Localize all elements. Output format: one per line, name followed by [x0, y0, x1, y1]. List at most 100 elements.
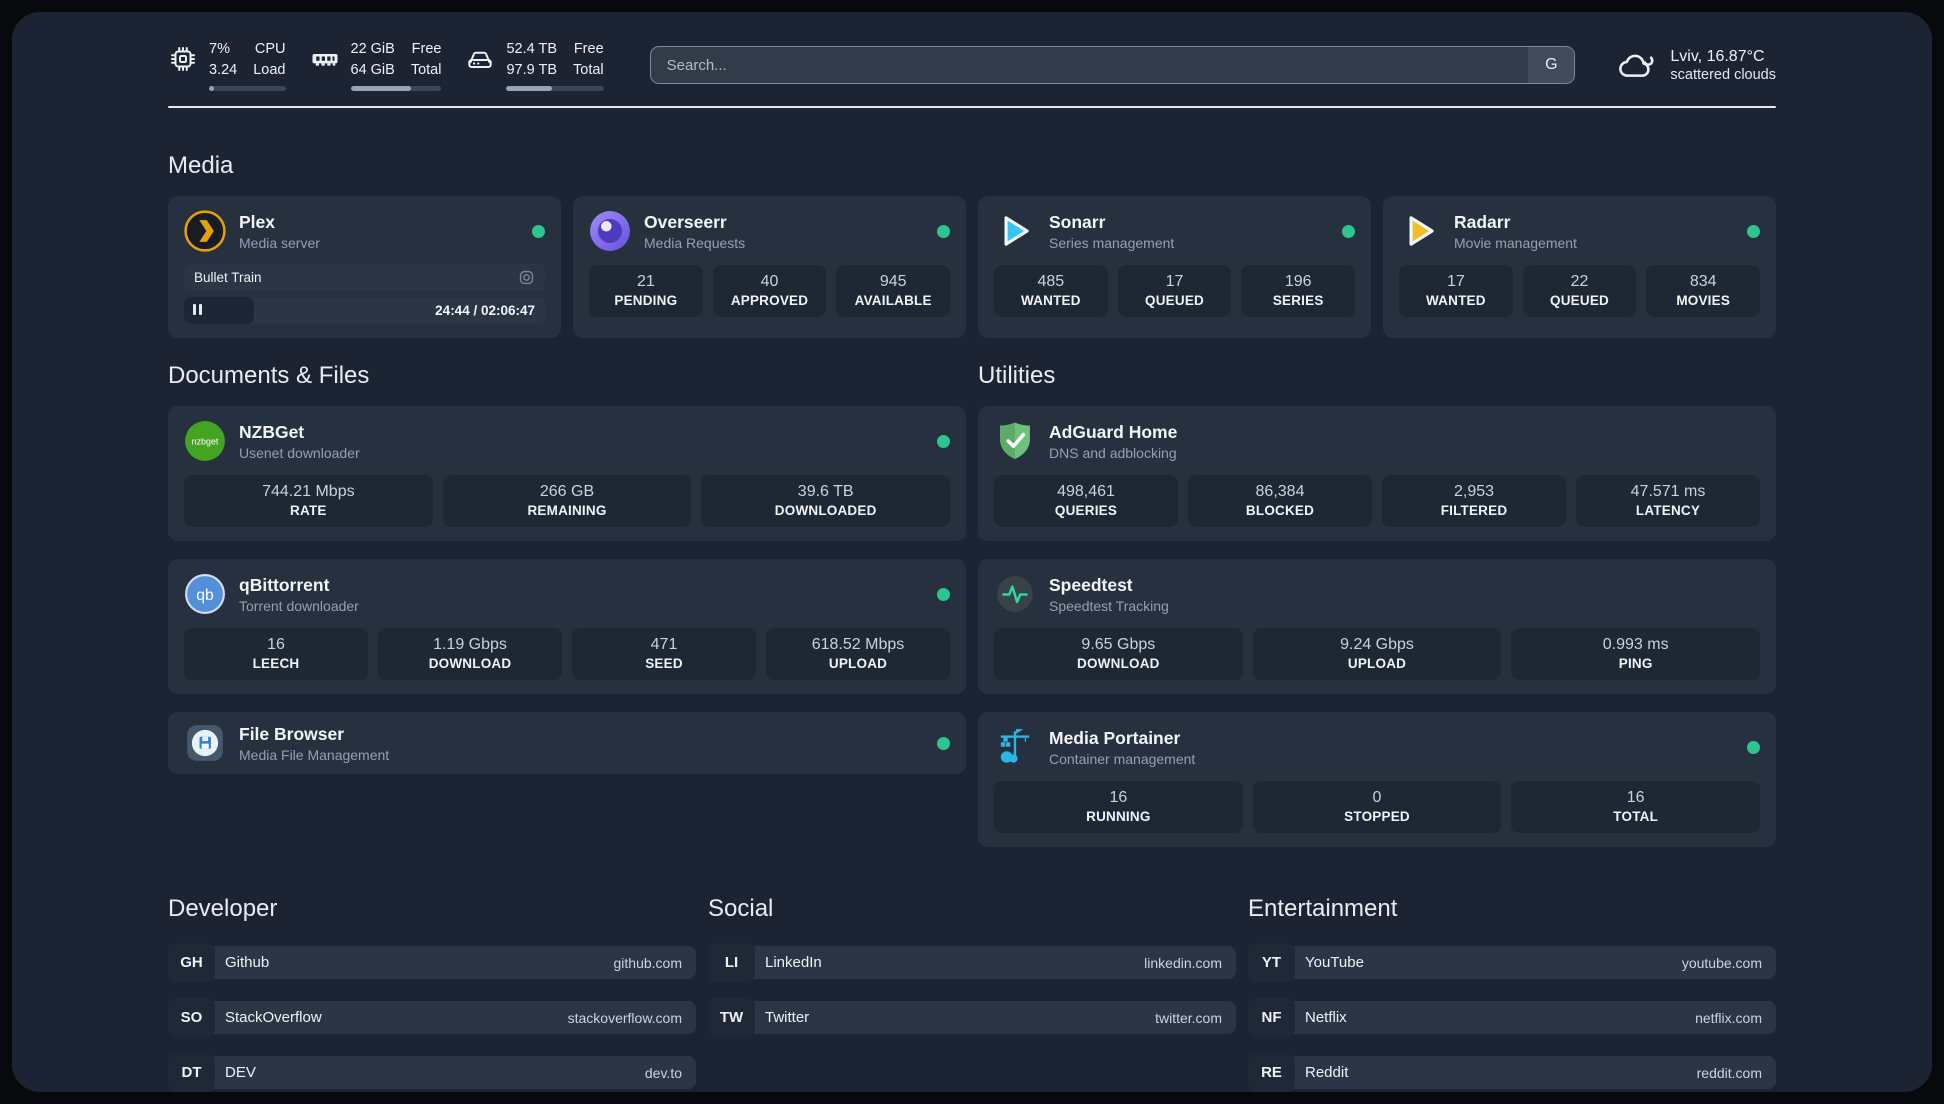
now-playing-target-icon: [519, 270, 534, 285]
disk-progress-bar: [506, 85, 604, 91]
system-stats: 7% 3.24 CPU Load 22 GiB 64 GiB Free Tota…: [168, 39, 604, 91]
bookmarks-social: Social LI LinkedIn linkedin.com TW Twitt…: [708, 895, 1236, 1092]
bookmark-linkedin[interactable]: LI LinkedIn linkedin.com: [708, 943, 1236, 982]
stat-tile: 945 AVAILABLE: [836, 265, 951, 317]
header-divider: [168, 106, 1776, 108]
stat-tile: 17 QUEUED: [1117, 265, 1232, 317]
bookmark-tag: LI: [708, 943, 755, 982]
stat-tile: 16 RUNNING: [994, 781, 1243, 833]
stat-tile: 17 WANTED: [1399, 265, 1513, 317]
bookmark-twitter[interactable]: TW Twitter twitter.com: [708, 998, 1236, 1037]
bookmark-tag: TW: [708, 998, 755, 1037]
now-playing-title: Bullet Train: [194, 270, 262, 285]
bookmark-tag: SO: [168, 998, 215, 1037]
disk-icon: [468, 51, 493, 69]
status-dot-online: [1747, 224, 1760, 238]
memory-free-label: Free: [411, 41, 442, 58]
memory-total-label: Total: [410, 61, 442, 78]
bookmark-bar: StackOverflow stackoverflow.com: [207, 1001, 696, 1034]
memory-total-value: 64 GiB: [350, 61, 395, 78]
stat-tile: 618.52 Mbps UPLOAD: [766, 628, 950, 680]
app-title: AdGuard Home: [1049, 421, 1178, 442]
stat-tile: 39.6 TB DOWNLOADED: [701, 475, 951, 527]
app-card-sonarr[interactable]: Sonarr Series management 485 WANTED 17 Q…: [978, 196, 1371, 338]
stat-tile: 16 LEECH: [184, 628, 368, 680]
app-title: Sonarr: [1049, 211, 1106, 232]
overseerr-icon: [589, 210, 631, 252]
status-dot-online: [937, 587, 950, 601]
app-subtitle: Series management: [1049, 234, 1175, 251]
cpu-icon: [171, 47, 195, 72]
app-title: NZBGet: [239, 421, 305, 442]
bookmark-youtube[interactable]: YT YouTube youtube.com: [1248, 943, 1776, 982]
svg-text:nzbget: nzbget: [192, 437, 219, 447]
stat-tile: 47.571 ms LATENCY: [1576, 475, 1760, 527]
app-title: Radarr: [1454, 211, 1511, 232]
app-subtitle: Torrent downloader: [239, 597, 359, 614]
status-dot-online: [937, 224, 950, 238]
app-card-radarr[interactable]: Radarr Movie management 17 WANTED 22 QUE…: [1383, 196, 1776, 338]
stat-tile: 498,461 QUERIES: [994, 475, 1178, 527]
app-subtitle: Speedtest Tracking: [1049, 597, 1169, 614]
status-dot-online: [937, 434, 950, 448]
stat-tile: 16 TOTAL: [1511, 781, 1761, 833]
bookmark-netflix[interactable]: NF Netflix netflix.com: [1248, 998, 1776, 1037]
ram-icon: [312, 54, 337, 66]
cpu-usage-value: 7%: [209, 41, 230, 58]
app-card-speedtest[interactable]: Speedtest Speedtest Tracking 9.65 Gbps D…: [978, 559, 1776, 694]
app-subtitle: Media server: [239, 234, 320, 251]
disk-free-label: Free: [573, 41, 604, 58]
section-title-media: Media: [168, 152, 234, 179]
memory-free-value: 22 GiB: [350, 41, 395, 58]
status-dot-online: [1747, 740, 1760, 754]
playback-elapsed: [184, 297, 255, 324]
stat-tile: 0 STOPPED: [1252, 781, 1502, 833]
app-subtitle: Container management: [1049, 750, 1196, 767]
bookmark-bar: Reddit reddit.com: [1287, 1056, 1776, 1089]
app-card-overseerr[interactable]: Overseerr Media Requests 21 PENDING 40 A…: [573, 196, 966, 338]
app-card-nzbget[interactable]: nzbget NZBGet Usenet downloader 744.21 M…: [168, 406, 966, 541]
disk-total-label: Total: [573, 61, 604, 78]
bookmark-dev[interactable]: DT DEV dev.to: [168, 1053, 696, 1092]
sonarr-icon: [994, 210, 1036, 252]
bookmark-github[interactable]: GH Github github.com: [168, 943, 696, 982]
dashboard: 7% 3.24 CPU Load 22 GiB 64 GiB Free Tota…: [12, 12, 1932, 1092]
app-card-plex[interactable]: Plex Media server Bullet Train 24:44 / 0…: [168, 196, 561, 338]
section-title-social: Social: [708, 895, 774, 922]
stat-tile: 834 MOVIES: [1646, 265, 1761, 317]
portainer-icon: [994, 726, 1036, 768]
app-subtitle: DNS and adblocking: [1049, 444, 1177, 461]
memory-stat: 22 GiB 64 GiB Free Total: [310, 39, 442, 91]
svg-text:qb: qb: [196, 587, 214, 604]
adguard-icon: [994, 420, 1036, 462]
now-playing-row: Bullet Train: [184, 264, 545, 291]
app-card-adguard[interactable]: AdGuard Home DNS and adblocking 498,461 …: [978, 406, 1776, 541]
playback-time: 24:44 / 02:06:47: [435, 303, 535, 318]
status-dot-online: [532, 224, 545, 238]
radarr-icon: [1399, 210, 1441, 252]
search-input[interactable]: [650, 47, 1529, 83]
cpu-label: CPU: [254, 41, 286, 58]
disk-stat: 52.4 TB 97.9 TB Free Total: [465, 39, 604, 91]
bookmarks-entertainment: Entertainment YT YouTube youtube.com NF …: [1248, 895, 1776, 1092]
stat-tile: 9.24 Gbps UPLOAD: [1252, 628, 1502, 680]
media-grid: Plex Media server Bullet Train 24:44 / 0…: [168, 196, 1776, 338]
app-title: qBittorrent: [239, 574, 330, 595]
weather-widget: Lviv, 16.87°C scattered clouds: [1617, 48, 1776, 83]
app-title: Speedtest: [1049, 574, 1133, 595]
bookmark-reddit[interactable]: RE Reddit reddit.com: [1248, 1053, 1776, 1092]
bookmark-stackoverflow[interactable]: SO StackOverflow stackoverflow.com: [168, 998, 696, 1037]
disk-free-value: 52.4 TB: [506, 41, 558, 58]
utilities-column: Utilities AdGuard Home DNS and adblockin…: [978, 362, 1776, 847]
app-card-qbittorrent[interactable]: qb qBittorrent Torrent downloader 16 LEE…: [168, 559, 966, 694]
search-bar: G: [649, 46, 1576, 84]
app-card-filebrowser[interactable]: File Browser Media File Management: [168, 712, 966, 774]
app-title: Overseerr: [644, 211, 727, 232]
app-card-portainer[interactable]: Media Portainer Container management 16 …: [978, 712, 1776, 847]
bookmark-tag: GH: [168, 943, 215, 982]
disk-total-value: 97.9 TB: [506, 61, 558, 78]
status-dot-online: [1342, 224, 1355, 238]
documents-column: Documents & Files nzbget NZBGet Usenet d…: [168, 362, 966, 847]
search-engine-button[interactable]: G: [1528, 47, 1575, 83]
bookmark-bar: DEV dev.to: [207, 1056, 696, 1089]
